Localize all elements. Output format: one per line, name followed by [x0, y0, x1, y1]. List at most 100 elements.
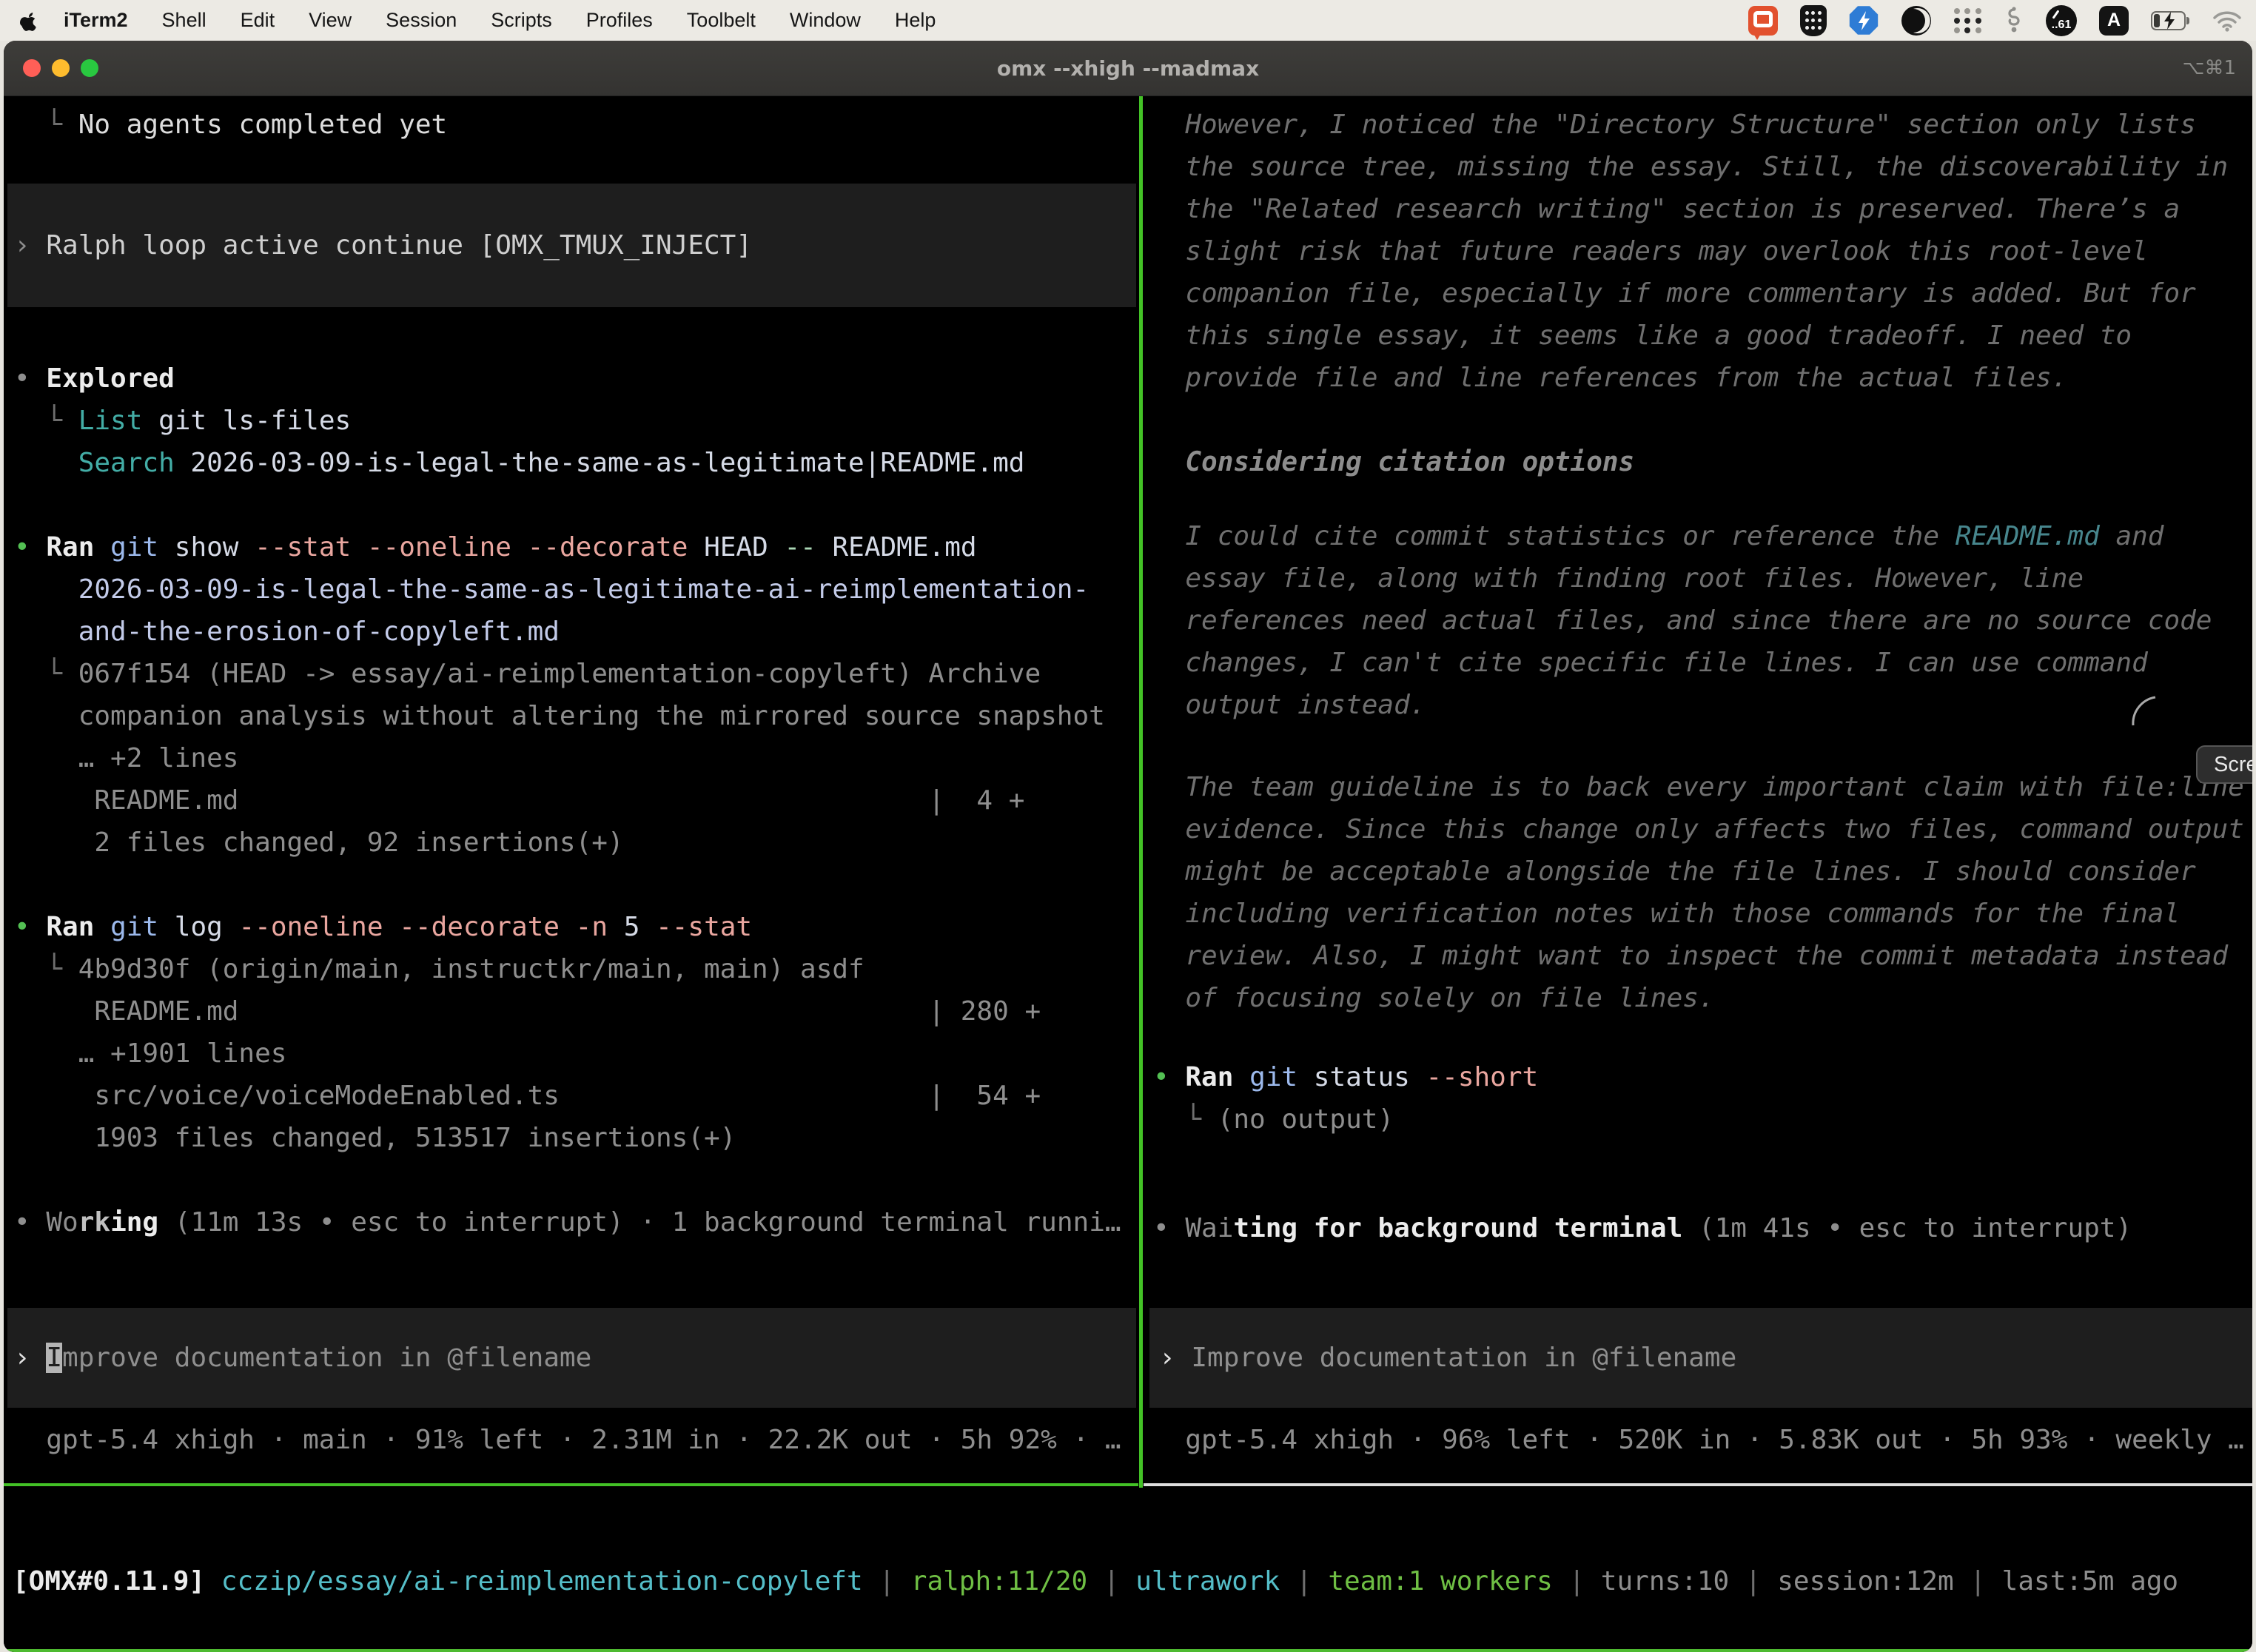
- text-segment: ting for background terminal: [1233, 1213, 1682, 1243]
- keypad-shield-icon[interactable]: [1800, 5, 1827, 36]
- pane-bottom-divider: [1144, 1483, 2252, 1486]
- window-title-bar[interactable]: omx --xhigh --madmax ⌥⌘1: [4, 41, 2252, 96]
- lightning-badge-icon[interactable]: [1849, 6, 1879, 36]
- text-segment: Considering citation options: [1153, 447, 1634, 477]
- text-segment: |: [1553, 1566, 1601, 1596]
- left-terminal-pane[interactable]: └ No agents completed yet › Ralph loop ac…: [4, 96, 1138, 1486]
- cursor-arc-fragment: [2132, 694, 2161, 739]
- menu-item-edit[interactable]: Edit: [241, 9, 275, 32]
- text-segment: Ran: [1185, 1062, 1249, 1092]
- terminal-line: companion analysis without altering the …: [4, 695, 1138, 737]
- terminal-line: • Ran git log --oneline --decorate -n 5 …: [4, 906, 1138, 948]
- text-segment: provide file and line references from th…: [1153, 363, 2067, 393]
- text-segment: … +1901 lines: [14, 1038, 286, 1069]
- terminal-line: However, I noticed the "Directory Struct…: [1144, 104, 2252, 146]
- text-segment: 067f154 (HEAD -> essay/ai-reimplementati…: [78, 659, 1041, 689]
- menu-bar-status-area: ..61 A: [1748, 5, 2241, 36]
- menu-item-view[interactable]: View: [309, 9, 352, 32]
- text-segment: └: [14, 406, 78, 436]
- hook-icon[interactable]: [2004, 5, 2024, 36]
- terminal-line: 2 files changed, 92 insertions(+): [4, 822, 1138, 864]
- terminal-line: slight risk that future readers may over…: [1144, 230, 2252, 272]
- wifi-icon[interactable]: [2213, 10, 2241, 32]
- prompt-input-box[interactable]: › Improve documentation in @filename: [1149, 1308, 2252, 1408]
- text-segment: However, I noticed the "Directory Struct…: [1153, 110, 2196, 140]
- terminal-line: └ List git ls-files: [4, 400, 1138, 442]
- text-segment: --stat: [656, 912, 752, 942]
- text-segment: [OMX#0.11.9]: [13, 1566, 205, 1596]
- terminal-line: gpt-5.4 xhigh · main · 91% left · 2.31M …: [4, 1419, 1138, 1461]
- terminal-line: provide file and line references from th…: [1144, 357, 2252, 399]
- text-segment: README.md | 280 +: [14, 996, 1041, 1027]
- text-segment: the "Related research writing" section i…: [1153, 194, 2180, 224]
- moon-circle-icon[interactable]: [1901, 5, 1932, 36]
- text-segment: ›: [14, 230, 46, 261]
- text-segment: review. Also, I might want to inspect th…: [1153, 941, 2228, 971]
- text-segment: and: [2100, 521, 2164, 551]
- screen-tooltip-label: Scre: [2214, 744, 2252, 786]
- text-segment: git ls-files: [142, 406, 351, 436]
- text-segment: show: [158, 532, 255, 563]
- text-segment: companion analysis without altering the …: [14, 701, 1105, 731]
- menu-item-shell[interactable]: Shell: [162, 9, 207, 32]
- terminal-line: including verification notes with those …: [1144, 893, 2252, 935]
- terminal-line: • Working (11m 13s • esc to interrupt) ·…: [4, 1201, 1138, 1243]
- letter-a-icon[interactable]: A: [2099, 6, 2129, 36]
- pane-divider[interactable]: [1139, 96, 1143, 1488]
- text-segment: changes, I can't cite specific file line…: [1153, 648, 2148, 678]
- text-segment: ralph:11/20: [911, 1566, 1087, 1596]
- text-segment: •: [1153, 1213, 1185, 1243]
- spacer: [4, 96, 1138, 104]
- battery-icon[interactable]: [2151, 11, 2191, 30]
- text-segment: └: [14, 110, 78, 140]
- text-segment: references need actual files, and since …: [1153, 605, 2212, 636]
- right-terminal-pane[interactable]: However, I noticed the "Directory Struct…: [1144, 96, 2252, 1486]
- text-segment: └: [1153, 1104, 1218, 1135]
- menu-item-toolbelt[interactable]: Toolbelt: [687, 9, 756, 32]
- menu-item-scripts[interactable]: Scripts: [491, 9, 552, 32]
- spacer: [1144, 726, 2252, 766]
- terminal-line: • Ran git show --stat --oneline --decora…: [4, 526, 1138, 568]
- prompt-input-box[interactable]: › Improve documentation in @filename: [7, 1308, 1136, 1408]
- text-segment: turns:10: [1601, 1566, 1729, 1596]
- menu-item-iterm2[interactable]: iTerm2: [64, 9, 128, 32]
- text-segment: git: [110, 532, 158, 563]
- letter-a-label: A: [2099, 6, 2129, 36]
- text-segment: src/voice/voiceModeEnabled.ts | 54 +: [14, 1081, 1041, 1111]
- menu-item-profiles[interactable]: Profiles: [586, 9, 653, 32]
- text-segment: last:5m ago: [2002, 1566, 2178, 1596]
- dots-grid-icon[interactable]: [1954, 8, 1982, 33]
- menu-item-window[interactable]: Window: [790, 9, 861, 32]
- text-segment: gpt-5.4 xhigh · main · 91% left · 2.31M …: [14, 1425, 1121, 1455]
- text-segment: No agents completed yet: [78, 110, 448, 140]
- text-segment: and-the-erosion-of-copyleft.md: [14, 617, 560, 647]
- screen-tooltip: Scre: [2196, 745, 2252, 784]
- text-segment: README.md: [1955, 521, 2100, 551]
- terminal-area[interactable]: └ No agents completed yet › Ralph loop ac…: [4, 96, 2252, 1652]
- terminal-line: changes, I can't cite specific file line…: [1144, 642, 2252, 684]
- apple-icon[interactable]: [19, 10, 38, 32]
- text-segment: --short: [1426, 1062, 1538, 1092]
- gauge-61-icon[interactable]: ..61: [2046, 5, 2077, 36]
- menu-item-session[interactable]: Session: [386, 9, 457, 32]
- text-segment: |: [1954, 1566, 2002, 1596]
- text-segment: |: [1280, 1566, 1328, 1596]
- terminal-line: 2026-03-09-is-legal-the-same-as-legitima…: [4, 568, 1138, 611]
- terminal-line: essay file, along with finding root file…: [1144, 557, 2252, 600]
- spacer: [1144, 1141, 2252, 1207]
- text-segment: slight risk that future readers may over…: [1153, 236, 2148, 266]
- text-segment: ›: [14, 1343, 46, 1373]
- text-segment: README.md | 4 +: [14, 785, 1024, 816]
- chat-bubble-icon[interactable]: [1748, 6, 1778, 36]
- text-segment: [560, 912, 576, 942]
- text-segment: (no output): [1218, 1104, 1394, 1135]
- spacer: [4, 1461, 1138, 1483]
- text-segment: The team guideline is to back every impo…: [1153, 772, 2244, 802]
- tmux-session-label: [omx-cczip0:bash*: [11, 1649, 283, 1652]
- menu-item-help[interactable]: Help: [895, 9, 936, 32]
- text-segment: •: [14, 532, 46, 563]
- text-segment: ing: [110, 1207, 158, 1238]
- text-segment: 4b9d30f (origin/main, instructkr/main, m…: [78, 954, 865, 984]
- prompt-input-box[interactable]: › Ralph loop active continue [OMX_TMUX_I…: [7, 184, 1136, 307]
- text-segment: [14, 448, 78, 478]
